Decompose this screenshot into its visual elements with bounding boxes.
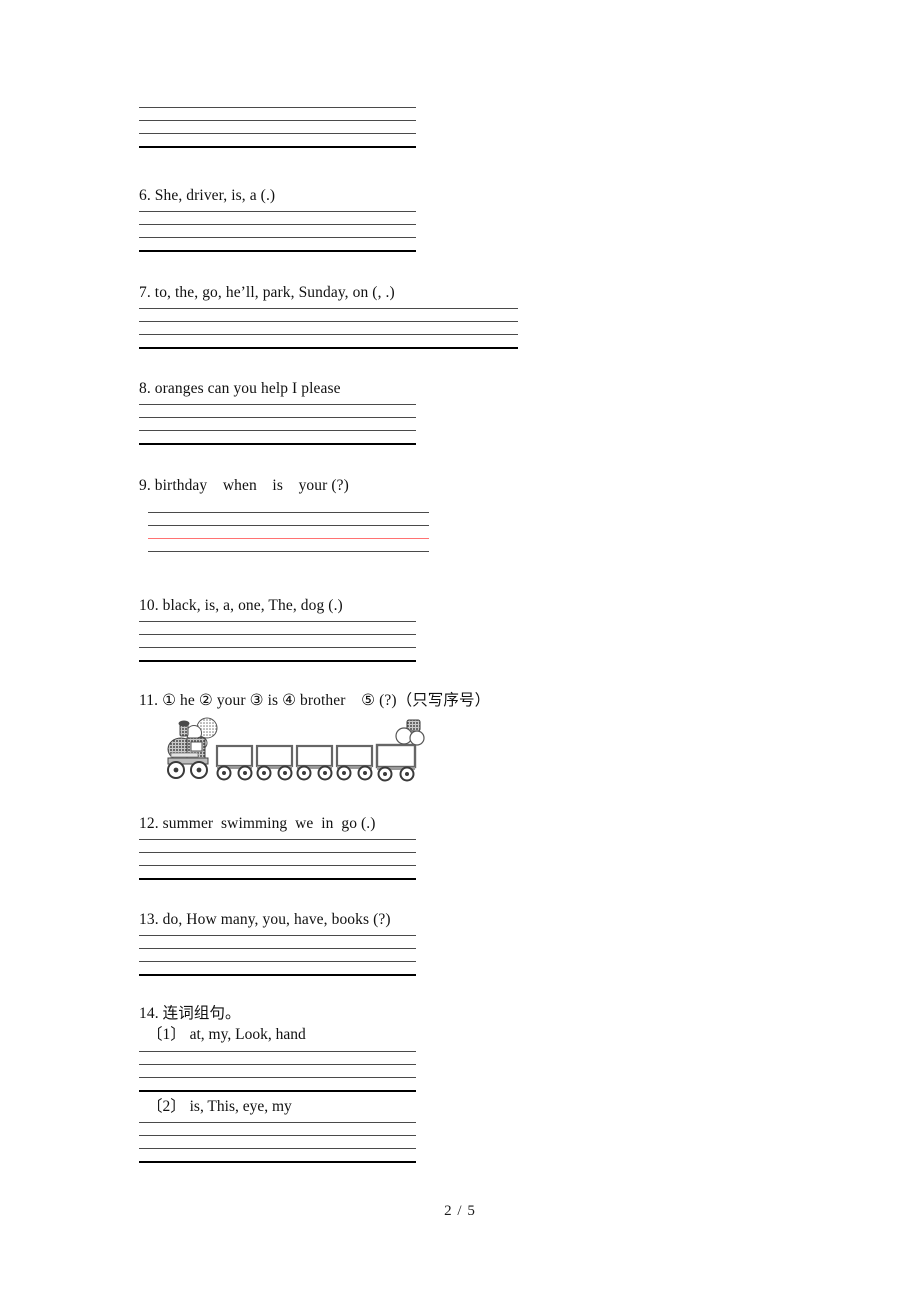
question-prompt-13: 13. do, How many, you, have, books (?) — [139, 911, 391, 928]
rule-line-4 — [139, 878, 416, 881]
question-prompt-10: 10. black, is, a, one, The, dog (.) — [139, 597, 343, 614]
question-item-10: 10. black, is, a, one, The, dog (.) — [139, 596, 416, 663]
rule-line-4 — [139, 250, 416, 253]
tail-balloons-icon — [395, 719, 425, 746]
question-prompt-11: 11. ① he ② your ③ is ④ brother ⑤ (?)（只写序… — [139, 692, 491, 709]
question-prompt-12: 12. summer swimming we in go (.) — [139, 815, 376, 832]
question-prompt-9: 9. birthday when is your (?) — [139, 477, 349, 494]
page-number: 2 / 5 — [444, 1203, 476, 1219]
answer-lines-top-continuation[interactable] — [139, 107, 416, 148]
answer-lines-10[interactable] — [139, 621, 416, 663]
answer-lines-9[interactable] — [148, 512, 429, 553]
rule-line-4 — [148, 551, 429, 553]
rule-line-4 — [139, 146, 416, 148]
question-prompt-14-1: 〔1〕 at, my, Look, hand — [147, 1026, 306, 1044]
rule-line-4 — [139, 1089, 416, 1092]
question-item-11: 11. ① he ② your ③ is ④ brother ⑤ (?)（只写序… — [139, 691, 609, 786]
rule-line-4 — [139, 1161, 416, 1164]
train-car-3 — [295, 745, 334, 781]
answer-lines-6[interactable] — [139, 211, 416, 253]
rule-line-4 — [139, 974, 416, 977]
answer-lines-13[interactable] — [139, 935, 416, 977]
train-car-5 — [375, 744, 417, 782]
question-prompt-14: 14. 连词组句。 — [139, 1005, 241, 1022]
train-car-2 — [255, 745, 294, 781]
question-item-6: 6. She, driver, is, a (.) — [139, 186, 416, 253]
train-illustration — [139, 716, 609, 786]
train-car-4 — [335, 745, 374, 781]
question-prompt-6: 6. She, driver, is, a (.) — [139, 187, 276, 204]
train-icon — [167, 717, 425, 782]
question-prompt-14-2: 〔2〕 is, This, eye, my — [147, 1097, 292, 1115]
worksheet-page: 6. She, driver, is, a (.) 7. to, the, go… — [0, 0, 920, 1302]
question-item-9: 9. birthday when is your (?) — [139, 476, 429, 553]
answer-lines-7[interactable] — [139, 308, 518, 350]
answer-lines-14-1[interactable] — [139, 1050, 416, 1092]
answer-lines-14-2[interactable] — [139, 1122, 416, 1164]
question-item-12: 12. summer swimming we in go (.) — [139, 814, 416, 881]
question-item-7: 7. to, the, go, he’ll, park, Sunday, on … — [139, 283, 518, 350]
rule-line-4 — [139, 443, 416, 446]
question-subitem-14-2: 〔2〕 is, This, eye, my — [139, 1097, 416, 1164]
ruled-line-group[interactable] — [139, 107, 416, 148]
train-car-1 — [215, 745, 254, 781]
question-item-8: 8. oranges can you help I please — [139, 379, 416, 446]
question-item-13: 13. do, How many, you, have, books (?) — [139, 910, 416, 977]
question-item-14: 14. 连词组句。 〔1〕 at, my, Look, hand 〔2〕 is,… — [139, 1004, 416, 1164]
question-prompt-7: 7. to, the, go, he’ll, park, Sunday, on … — [139, 284, 395, 301]
answer-lines-12[interactable] — [139, 839, 416, 881]
answer-lines-8[interactable] — [139, 404, 416, 446]
rule-line-4 — [139, 347, 518, 350]
question-subitem-14-1: 〔1〕 at, my, Look, hand — [139, 1025, 416, 1092]
question-prompt-8: 8. oranges can you help I please — [139, 380, 341, 397]
rule-line-4 — [139, 660, 416, 663]
